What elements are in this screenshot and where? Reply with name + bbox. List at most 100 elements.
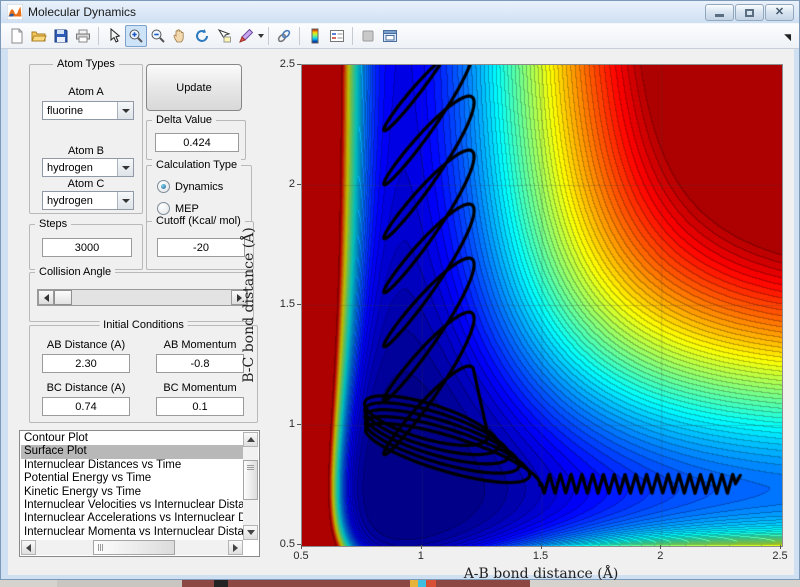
radio-dynamics[interactable]: Dynamics <box>157 180 223 193</box>
zoom-in-icon[interactable] <box>125 25 147 47</box>
x-tick-mark <box>301 545 302 549</box>
insert-legend-icon[interactable] <box>326 25 348 47</box>
figure-client-area: Atom Types Atom A fluorine Atom B hydrog… <box>8 49 794 582</box>
x-tick-label: 2.5 <box>772 550 788 562</box>
zoom-out-icon[interactable] <box>147 25 169 47</box>
x-tick-mark <box>540 545 542 549</box>
show-plot-tools-dock-icon[interactable] <box>379 25 401 47</box>
delta-value-title: Delta Value <box>152 114 217 126</box>
x-tick-label: 2 <box>657 550 664 562</box>
y-tick-label: 1 <box>288 418 295 430</box>
initial-conditions-title: Initial Conditions <box>99 319 188 331</box>
chevron-down-icon[interactable] <box>117 102 133 119</box>
save-figure-icon[interactable] <box>50 25 72 47</box>
cutoff-field[interactable] <box>157 238 245 257</box>
bc-momentum-field[interactable] <box>156 397 244 416</box>
initial-conditions-panel: Initial Conditions AB Distance (A) AB Mo… <box>29 319 258 423</box>
toolbar-separator <box>268 27 269 45</box>
atom-types-title: Atom Types <box>53 58 119 70</box>
slider-thumb[interactable] <box>54 290 72 305</box>
atom-types-panel: Atom Types Atom A fluorine Atom B hydrog… <box>29 58 143 214</box>
atom-b-dropdown[interactable]: hydrogen <box>42 158 134 177</box>
atom-a-dropdown[interactable]: fluorine <box>42 101 134 120</box>
radio-button-icon[interactable] <box>157 202 170 215</box>
pan-hand-icon[interactable] <box>169 25 191 47</box>
steps-field[interactable] <box>42 238 132 257</box>
scroll-left-icon[interactable] <box>21 540 36 555</box>
toolbar-separator <box>299 27 300 45</box>
list-item[interactable]: Internuclear Distances vs Time <box>21 459 243 472</box>
print-figure-icon[interactable] <box>72 25 94 47</box>
update-button[interactable]: Update <box>146 64 242 111</box>
scroll-down-icon[interactable] <box>243 525 258 540</box>
chevron-down-icon[interactable] <box>117 192 133 209</box>
scroll-up-icon[interactable] <box>243 432 258 447</box>
app-window: Molecular Dynamics ✕ ◥ Atom Types Atom A… <box>0 0 800 582</box>
open-file-icon[interactable] <box>28 25 50 47</box>
list-item-selected[interactable]: Surface Plot <box>21 445 243 459</box>
list-item[interactable]: Contour Plot <box>21 432 243 445</box>
x-tick-mark <box>780 545 781 549</box>
slider-left-arrow-icon[interactable] <box>38 290 54 305</box>
list-item[interactable]: Kinetic Energy vs Time <box>21 486 243 499</box>
y-tick-mark <box>297 64 301 65</box>
window-title: Molecular Dynamics <box>28 5 137 19</box>
pointer-icon[interactable] <box>103 25 125 47</box>
list-item[interactable]: Potential Energy vs Time <box>21 472 243 485</box>
collision-angle-slider[interactable] <box>37 289 248 306</box>
data-cursor-icon[interactable] <box>213 25 235 47</box>
title-bar[interactable]: Molecular Dynamics ✕ <box>1 1 799 23</box>
x-tick-label: 0.5 <box>293 550 309 562</box>
background-window-sliver <box>0 580 800 587</box>
pes-plot-axes: A-B bond distance (Å) B-C bond distance … <box>241 58 788 582</box>
close-button[interactable]: ✕ <box>765 4 794 21</box>
list-item[interactable]: Internuclear Velocities vs Internuclear … <box>21 499 243 512</box>
list-item[interactable]: Internuclear Accelerations vs Internucle… <box>21 512 243 525</box>
scroll-right-icon[interactable] <box>228 540 243 555</box>
maximize-button[interactable] <box>735 4 764 21</box>
radio-mep[interactable]: MEP <box>157 202 199 215</box>
horizontal-scrollbar[interactable] <box>21 540 243 555</box>
atom-a-label: Atom A <box>68 86 104 98</box>
collision-angle-panel: Collision Angle <box>29 266 254 322</box>
radio-button-icon[interactable] <box>157 180 170 193</box>
x-tick-mark <box>420 545 422 549</box>
vertical-scrollbar[interactable] <box>243 432 258 540</box>
x-tick-label: 1.5 <box>532 550 549 562</box>
x-tick-mark <box>660 545 662 549</box>
brush-dropdown-icon[interactable] <box>258 34 264 38</box>
chevron-down-icon[interactable] <box>117 159 133 176</box>
atom-c-label: Atom C <box>67 178 105 190</box>
insert-colorbar-icon[interactable] <box>304 25 326 47</box>
y-tick-mark <box>297 424 301 425</box>
y-tick-label: 1.5 <box>279 298 295 310</box>
plot-type-listbox[interactable]: Contour Plot Surface Plot Internuclear D… <box>19 430 260 557</box>
pes-contour-canvas[interactable] <box>301 64 783 547</box>
bc-momentum-label: BC Momentum <box>163 382 237 394</box>
y-tick-label: 2.5 <box>279 58 295 70</box>
atom-c-dropdown[interactable]: hydrogen <box>42 191 134 210</box>
horizontal-scroll-thumb[interactable] <box>93 540 175 555</box>
steps-title: Steps <box>35 218 72 230</box>
toolbar-overflow-icon[interactable]: ◥ <box>784 32 791 43</box>
vertical-scroll-thumb[interactable] <box>243 460 258 500</box>
delta-value-field[interactable] <box>155 133 239 152</box>
figure-toolbar: ◥ <box>1 23 799 49</box>
rotate-3d-icon[interactable] <box>191 25 213 47</box>
y-tick-label: 0.5 <box>279 538 295 550</box>
brush-icon[interactable] <box>235 25 257 47</box>
x-tick-label: 1 <box>417 550 424 562</box>
list-item[interactable]: Internuclear Momenta vs Internuclear Dis… <box>21 526 243 539</box>
ab-momentum-label: AB Momentum <box>163 339 237 351</box>
ab-momentum-field[interactable] <box>156 354 244 373</box>
steps-panel: Steps <box>29 218 143 270</box>
bc-distance-field[interactable] <box>42 397 130 416</box>
cutoff-title: Cutoff (Kcal/ mol) <box>152 215 245 227</box>
link-plots-icon[interactable] <box>273 25 295 47</box>
y-tick-label: 2 <box>288 178 295 190</box>
hide-plot-tools-icon[interactable] <box>357 25 379 47</box>
minimize-button[interactable] <box>705 4 734 21</box>
new-figure-icon[interactable] <box>6 25 28 47</box>
ab-distance-field[interactable] <box>42 354 130 373</box>
collision-angle-title: Collision Angle <box>35 266 116 278</box>
